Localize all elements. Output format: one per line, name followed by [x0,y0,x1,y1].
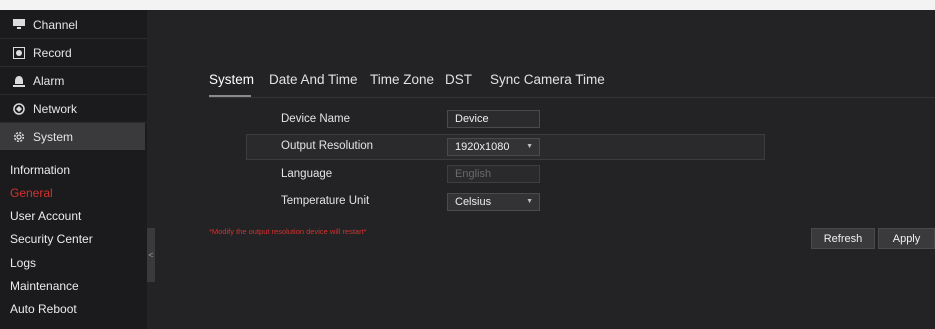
device-name-field[interactable]: Device [447,110,540,128]
alarm-icon [13,75,25,87]
tab-system[interactable]: System [209,72,254,87]
output-resolution-select[interactable]: 1920x1080 ▼ [447,138,540,156]
warning-text: *Modify the output resolution device wil… [209,227,367,236]
submenu-item-information[interactable]: Information [10,163,70,177]
temperature-unit-value: Celsius [455,196,492,208]
device-name-label: Device Name [281,113,351,125]
sidebar-item-label: Alarm [33,73,65,88]
tab-dst[interactable]: DST [445,72,472,87]
monitor-icon [13,19,25,31]
divider [0,94,147,95]
gear-icon [13,131,25,143]
sidebar-item-system[interactable]: System [0,123,145,150]
output-resolution-value: 1920x1080 [455,141,510,153]
sidebar-item-network[interactable]: Network [0,96,145,121]
sidebar-item-label: Network [33,101,78,116]
submenu-item-user-account[interactable]: User Account [10,209,81,223]
network-icon [13,102,25,115]
apply-button[interactable]: Apply [878,228,935,249]
language-label: Language [281,168,333,180]
refresh-button[interactable]: Refresh [811,228,875,249]
submenu-item-general[interactable]: General [10,186,53,200]
chevron-down-icon: ▼ [526,143,533,150]
temperature-unit-select[interactable]: Celsius ▼ [447,193,540,211]
output-resolution-label: Output Resolution [281,140,374,152]
tabs-divider [209,97,935,98]
chevron-down-icon: ▼ [526,198,533,205]
submenu-item-maintenance[interactable]: Maintenance [10,279,79,293]
top-strip [0,0,935,10]
tab-date-and-time[interactable]: Date And Time [269,72,358,87]
record-icon [13,46,25,59]
sidebar-item-label: Record [33,45,72,60]
sidebar: Channel Record Alarm Network System Info… [0,10,147,329]
tab-sync-camera-time[interactable]: Sync Camera Time [490,72,605,87]
sidebar-item-channel[interactable]: Channel [0,12,145,37]
submenu-item-auto-reboot[interactable]: Auto Reboot [10,302,77,316]
sidebar-item-label: Channel [33,17,78,32]
sidebar-collapse-handle[interactable]: < [147,228,155,282]
tab-time-zone[interactable]: Time Zone [370,72,434,87]
sidebar-item-record[interactable]: Record [0,40,145,65]
divider [0,66,147,67]
language-field: English [447,165,540,183]
submenu-item-logs[interactable]: Logs [10,256,36,270]
sidebar-item-alarm[interactable]: Alarm [0,68,145,93]
divider [0,38,147,39]
sidebar-item-label: System [33,129,74,144]
submenu-item-security-center[interactable]: Security Center [10,232,93,246]
temperature-unit-label: Temperature Unit [281,195,370,207]
